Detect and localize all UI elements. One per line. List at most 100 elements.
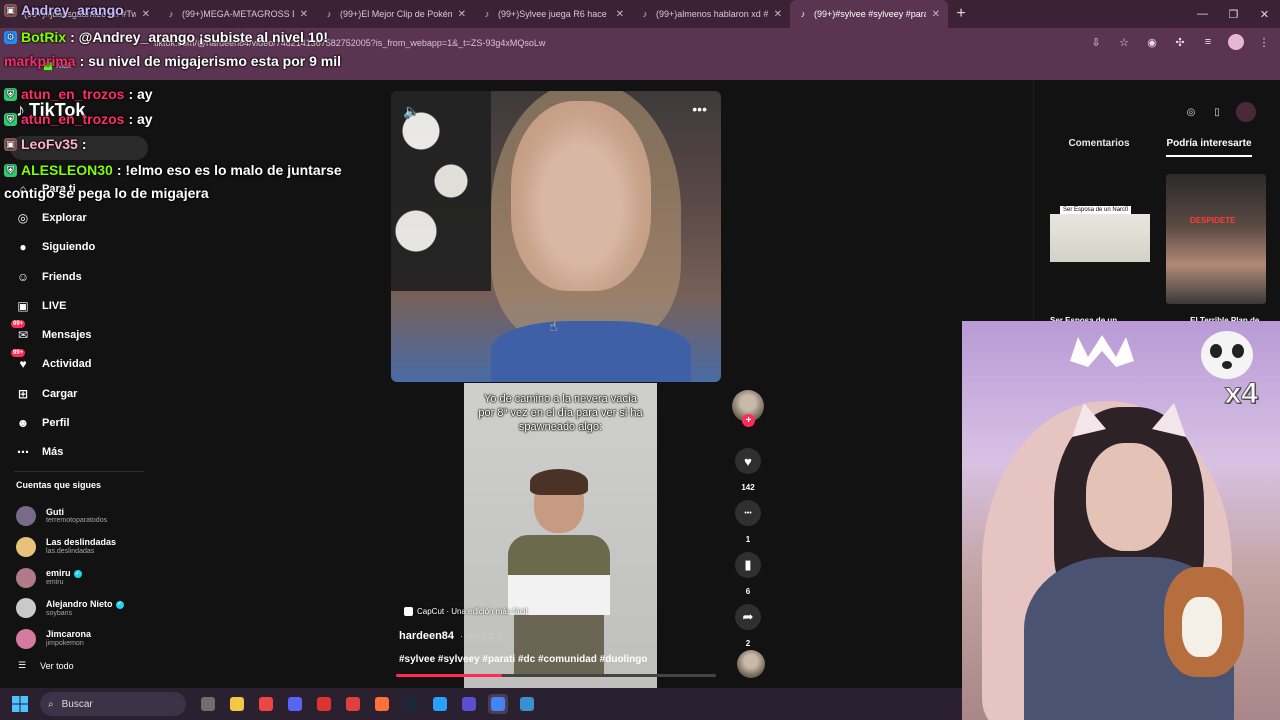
files-icon[interactable] <box>198 694 218 714</box>
more-options-icon[interactable]: ••• <box>692 101 707 117</box>
close-window-button[interactable]: ✕ <box>1249 0 1280 28</box>
tab-close-icon[interactable]: ✕ <box>932 9 940 20</box>
creator-avatar-button[interactable]: + <box>730 390 766 427</box>
sidebar-item-para-ti[interactable]: ⌂ Para ti <box>14 174 148 203</box>
share-button[interactable]: ➦ 2 <box>730 604 766 648</box>
bookmark-item[interactable]: Kick <box>44 61 71 70</box>
avatar <box>16 598 36 619</box>
minimize-button[interactable]: — <box>1187 0 1218 28</box>
tab-close-icon[interactable]: ✕ <box>300 9 308 20</box>
video-author[interactable]: hardeen84 · Hace 1 d <box>399 630 502 642</box>
following-account[interactable]: emiru ✓ emiru <box>16 562 150 593</box>
user-avatar-icon[interactable] <box>1236 102 1256 122</box>
video-hashtags[interactable]: #sylvee #sylveey #parati #dc #comunidad … <box>399 654 647 665</box>
tool-icon-glyph <box>520 697 534 711</box>
browser-tab-bar: ♪ (99+)#juansguarnizo en #Twitch ✕♪ (99+… <box>0 0 1280 28</box>
suggested-video-thumb[interactable]: Ser Esposa de un Narc0 <box>1050 174 1150 304</box>
compass-icon: ◎ <box>17 210 29 225</box>
following-account[interactable]: Las deslindadas las.deslindadas <box>16 532 150 563</box>
follow-plus-icon[interactable]: + <box>742 414 755 427</box>
explorer-icon[interactable] <box>227 694 247 714</box>
browser-tab[interactable]: ♪ (99+)#sylvee #sylveey #parati ✕ <box>790 0 948 28</box>
windows-icon <box>12 696 28 712</box>
address-bar: tiktok.com/@hardeen84/video/748214136758… <box>0 28 1280 58</box>
video-progress-bar[interactable] <box>396 674 716 677</box>
sidebar-item-explorar[interactable]: ◎ Explorar <box>14 203 148 232</box>
browser-tab[interactable]: ♪ (99+)Sylvee juega R6 hace rene ✕ <box>474 0 632 28</box>
sidebar-item-mensajes[interactable]: ✉ 99+ Mensajes <box>11 320 148 349</box>
bookmark-star-icon[interactable]: ☆ <box>1116 34 1132 50</box>
new-tab-button[interactable]: + <box>948 0 974 28</box>
tab-close-icon[interactable]: ✕ <box>142 9 150 20</box>
menu-kebab-icon[interactable]: ⋮ <box>1256 34 1272 50</box>
queue-icon[interactable]: ≡ <box>1200 34 1216 50</box>
bookmark-button[interactable]: ▮ 6 <box>730 552 766 596</box>
tool-icon[interactable] <box>517 694 537 714</box>
url-field[interactable]: tiktok.com/@hardeen84/video/748214136758… <box>84 34 1084 52</box>
volume-icon[interactable]: 🔈 <box>403 103 420 120</box>
tab-close-icon[interactable]: ✕ <box>774 9 782 20</box>
tab-title: (99+)MEGA-METAGROSS DESTRUYE <box>182 9 294 19</box>
profile-icon: ☻ <box>16 416 30 431</box>
profile-avatar-icon[interactable] <box>1228 34 1244 50</box>
following-account[interactable]: Alejandro Nieto ✓ soybans <box>16 593 150 624</box>
search-input[interactable] <box>10 136 148 160</box>
firefox-icon[interactable] <box>372 694 392 714</box>
tab-podria-interesarte[interactable]: Podría interesarte <box>1166 138 1252 157</box>
suggested-video-thumb[interactable]: DESPIDETE <box>1166 174 1266 304</box>
see-all-button[interactable]: ☰ Ver todo <box>18 660 74 671</box>
chrome-icon[interactable] <box>488 694 508 714</box>
browser-tab[interactable]: ♪ (99+)#juansguarnizo en #Twitch ✕ <box>0 0 158 28</box>
next-creator-avatar[interactable] <box>733 650 769 678</box>
install-app-icon[interactable]: ⇩ <box>1088 34 1104 50</box>
streamer-webcam: x4 <box>962 321 1280 720</box>
capcut-link[interactable]: CapCut · Una edición más fácil <box>404 607 527 616</box>
edge-icon[interactable] <box>430 694 450 714</box>
discord-icon[interactable] <box>285 694 305 714</box>
start-button[interactable] <box>0 688 40 720</box>
security-icon-glyph <box>259 697 273 711</box>
tab-comentarios[interactable]: Comentarios <box>1068 138 1129 157</box>
tiktok-icon: ♪ <box>800 9 806 19</box>
sidebar-item-siguiendo[interactable]: ● Siguiendo <box>14 233 148 262</box>
obs-icon[interactable] <box>459 694 479 714</box>
sidebar-item-label: Mensajes <box>42 329 92 342</box>
tab-close-icon[interactable]: ✕ <box>616 9 624 20</box>
maximize-button[interactable]: ❐ <box>1218 0 1249 28</box>
notification-badge: 99+ <box>11 320 26 329</box>
following-account[interactable]: Guti terremotoparatodos <box>16 501 150 532</box>
tab-close-icon[interactable]: ✕ <box>458 9 466 20</box>
sidebar-item-perfil[interactable]: ☻ Perfil <box>14 408 148 437</box>
taskbar-search[interactable]: ⌕ Buscar <box>40 692 186 716</box>
next-video[interactable]: Yo de camino a la nevera vacía por 8ª ve… <box>464 383 657 688</box>
browser-tab[interactable]: ♪ (99+)MEGA-METAGROSS DESTRUYE ✕ <box>158 0 316 28</box>
sidebar-item-actividad[interactable]: ♥ 99+ Actividad <box>11 349 148 379</box>
edge-icon-glyph <box>433 697 447 711</box>
sidebar-item-live[interactable]: ▣ LIVE <box>14 291 148 320</box>
following-account[interactable]: Jimcarona jimpokemon <box>16 624 150 655</box>
browser-tab[interactable]: ♪ (99+)almenos hablaron xd #sylve ✕ <box>632 0 790 28</box>
main-video[interactable]: 🔈 ••• <box>391 91 721 382</box>
puzzle-icon[interactable]: ✣ <box>1172 34 1188 50</box>
extension-icon[interactable]: ◉ <box>1144 34 1160 50</box>
wolf-logo-icon <box>1070 335 1134 367</box>
tiktok-logo[interactable]: ♪ TikTok <box>16 100 85 121</box>
phone-icon[interactable]: ▯ <box>1210 105 1224 119</box>
avatar <box>16 537 36 558</box>
heart-button[interactable]: ♥ 142 <box>730 448 766 492</box>
dog-chest-shape <box>1182 597 1222 657</box>
media-icon[interactable] <box>314 694 334 714</box>
sidebar-item-cargar[interactable]: ⊞ Cargar <box>14 379 148 408</box>
comment-button[interactable]: ••• 1 <box>730 500 766 544</box>
security-icon[interactable] <box>256 694 276 714</box>
sidebar-item-friends[interactable]: ☺ Friends <box>14 262 148 291</box>
files-icon-glyph <box>201 697 215 711</box>
steam-icon[interactable] <box>401 694 421 714</box>
obs-icon-glyph <box>462 697 476 711</box>
browser-tab[interactable]: ♪ (99+)El Mejor Clip de Pokémon ✕ <box>316 0 474 28</box>
app-icon[interactable] <box>343 694 363 714</box>
windows-taskbar: ⌕ Buscar <box>0 688 962 720</box>
coin-icon[interactable]: ◎ <box>1184 105 1198 119</box>
sidebar-item-label: Friends <box>42 270 82 283</box>
sidebar-item-m-s[interactable]: ⋯ Más <box>14 438 148 467</box>
